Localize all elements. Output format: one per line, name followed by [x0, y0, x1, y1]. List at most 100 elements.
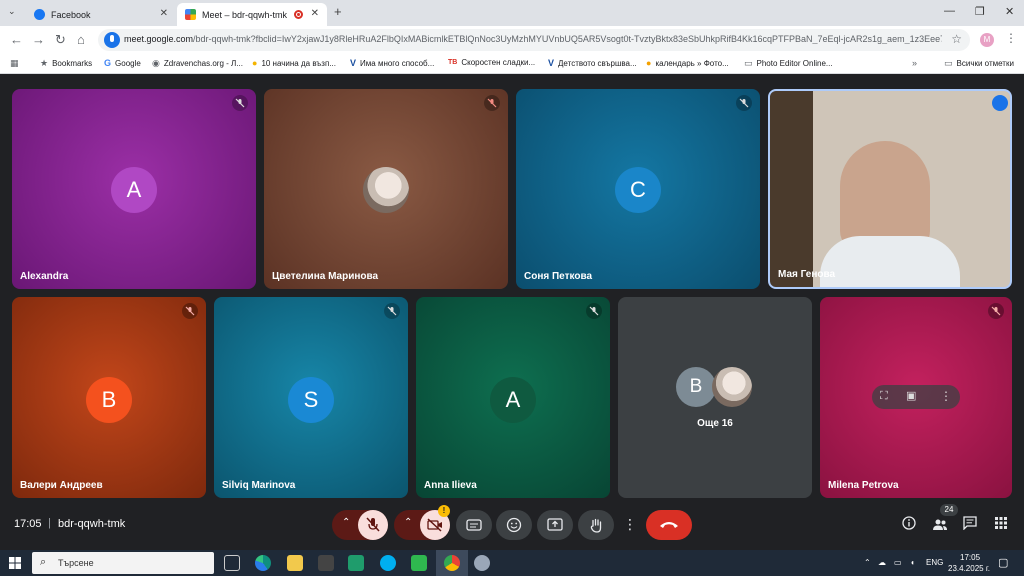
close-tab-icon[interactable]: ✕ — [160, 8, 168, 19]
bookmark-label: Photo Editor Online... — [756, 59, 833, 68]
reload-icon[interactable]: ↻ — [55, 32, 66, 48]
muted-mic-icon — [182, 303, 198, 319]
file-explorer-icon[interactable] — [287, 555, 303, 571]
captions-button[interactable] — [456, 510, 492, 540]
participant-tile-speaking[interactable]: Мая Генова — [768, 89, 1012, 289]
bookmarks-bar: ▦ ★ Bookmarks G Google ◉ Zdravenchas.org - … — [0, 54, 1024, 74]
bookmark-item[interactable]: V Има много способ... — [350, 58, 434, 68]
home-icon[interactable]: ⌂ — [77, 32, 85, 47]
input-language[interactable]: ENG — [926, 558, 943, 567]
onedrive-icon[interactable]: ☁ — [878, 558, 886, 567]
chrome-icon[interactable] — [444, 555, 460, 571]
tab-search-icon[interactable]: ⌄ — [8, 6, 16, 17]
browser-menu-icon[interactable]: ⋮ — [1005, 31, 1017, 45]
close-window-icon[interactable]: ✕ — [1005, 5, 1014, 18]
clock-time[interactable]: 17:05 — [960, 553, 980, 562]
participant-name: Мая Генова — [778, 269, 836, 280]
participant-tile[interactable]: В Валери Андреев — [12, 297, 206, 498]
people-icon[interactable] — [932, 518, 948, 537]
meeting-details-icon[interactable] — [902, 516, 916, 535]
participant-tile[interactable]: C Соня Петкова — [516, 89, 760, 289]
bookmark-item[interactable]: TB Скоростен сладки... — [448, 58, 535, 67]
bookmark-item[interactable]: ◉ Zdravenchas.org - Л... — [152, 58, 243, 69]
minimize-icon[interactable]: — — [944, 5, 955, 17]
url-text[interactable]: meet.google.com/bdr-qqwh-tmk?fbclid=IwY2… — [124, 34, 942, 44]
bookmark-item[interactable]: G Google — [104, 58, 141, 68]
bookmark-item[interactable]: ▭ Photo Editor Online... — [744, 58, 833, 69]
battery-icon[interactable]: ▭ — [894, 558, 902, 567]
muted-mic-icon — [232, 95, 248, 111]
participant-tile[interactable]: Цветелина Маринова — [264, 89, 508, 289]
tab-meet[interactable]: Meet – bdr-qqwh-tmk ✕ — [177, 3, 327, 26]
meeting-time: 17:05 — [14, 518, 42, 530]
url-host: meet.google.com — [124, 34, 194, 44]
restore-icon[interactable]: ❐ — [975, 5, 985, 18]
frame-icon[interactable]: ⛶ — [880, 390, 888, 403]
new-tab-button[interactable]: + — [334, 4, 342, 19]
more-options-icon[interactable]: ⋮ — [940, 389, 952, 403]
camera-options-chevron-icon[interactable]: ⌃ — [404, 517, 412, 528]
all-bookmarks[interactable]: ▭ Всички отметки — [944, 58, 1014, 69]
folder-icon: ▭ — [944, 58, 953, 68]
profile-avatar[interactable]: M — [980, 33, 994, 47]
mic-toggle-button[interactable] — [358, 510, 388, 540]
tab-facebook[interactable]: Facebook ✕ — [26, 3, 176, 26]
pin-icon[interactable]: ▣ — [906, 389, 916, 402]
bookmark-item[interactable]: V Детството свършва... — [548, 58, 637, 68]
bookmark-item[interactable]: ★ Bookmarks — [40, 58, 92, 69]
participant-tile[interactable]: A Anna Ilieva — [416, 297, 610, 498]
raise-hand-button[interactable] — [578, 510, 614, 540]
task-view-icon[interactable] — [224, 555, 240, 571]
search-icon: ⌕ — [40, 556, 47, 568]
publisher-icon[interactable] — [348, 555, 364, 571]
omnibox[interactable]: meet.google.com/bdr-qqwh-tmk?fbclid=IwY2… — [98, 29, 970, 51]
show-hidden-icons-icon[interactable]: ⌃ — [864, 558, 871, 567]
bookmark-label: 10 начина да възп... — [261, 58, 336, 68]
warning-badge-icon: ! — [438, 505, 450, 517]
bookmark-item[interactable]: ● календарь » Фото... — [646, 58, 729, 68]
participant-name: Silviq Marinova — [222, 480, 296, 491]
back-icon[interactable]: ← — [10, 32, 23, 47]
volume-icon[interactable]: ◖ — [910, 558, 915, 567]
avatar: В — [676, 367, 716, 407]
bookmark-label: Zdravenchas.org - Л... — [163, 59, 243, 68]
more-bookmarks-icon[interactable]: » — [912, 58, 921, 68]
search-placeholder: Търсене — [58, 558, 94, 568]
windows-start-icon[interactable] — [9, 557, 21, 569]
snipping-tool-icon[interactable] — [474, 555, 490, 571]
edge-icon[interactable] — [255, 555, 271, 571]
mic-options-chevron-icon[interactable]: ⌃ — [342, 517, 350, 528]
chat-icon[interactable] — [963, 516, 977, 535]
folder-icon: ▭ — [744, 58, 753, 68]
leave-call-button[interactable] — [646, 510, 692, 540]
camera-control-group: ⌃ ! — [394, 505, 450, 540]
participant-name: Anna Ilieva — [424, 480, 477, 491]
forward-icon[interactable]: → — [32, 32, 45, 47]
taskbar-search[interactable]: ⌕ Търсене — [32, 552, 214, 574]
paint-app-icon[interactable] — [318, 555, 334, 571]
more-participants-tile[interactable]: В Още 16 — [618, 297, 812, 498]
bookmark-star-icon[interactable]: ☆ — [951, 32, 962, 46]
speaking-indicator-icon — [992, 95, 1008, 111]
bookmark-label: Google — [115, 58, 141, 68]
bookmark-item[interactable]: ● 10 начина да възп... — [252, 58, 336, 68]
v-site-icon: V — [350, 58, 357, 68]
clock-date[interactable]: 23.4.2025 г. — [948, 564, 990, 573]
activities-icon[interactable] — [994, 516, 1008, 535]
apps-grid-icon[interactable]: ▦ — [10, 58, 23, 69]
muted-mic-icon — [586, 303, 602, 319]
notifications-icon[interactable]: ▢ — [998, 556, 1008, 569]
skype-icon[interactable] — [380, 555, 396, 571]
participant-tile[interactable]: ⛶ ▣ ⋮ Milena Petrova — [820, 297, 1012, 498]
participant-tile[interactable]: A Alexandra — [12, 89, 256, 289]
emoji-reaction-button[interactable] — [496, 510, 532, 540]
present-screen-button[interactable] — [537, 510, 573, 540]
more-options-icon[interactable]: ⋮ — [623, 516, 637, 533]
calendar-site-icon: ● — [646, 58, 652, 68]
bookmark-label: календарь » Фото... — [655, 58, 729, 68]
site-info-icon[interactable] — [104, 32, 120, 48]
close-tab-icon[interactable]: ✕ — [311, 8, 319, 19]
phone-app-icon[interactable] — [411, 555, 427, 571]
participant-tile[interactable]: S Silviq Marinova — [214, 297, 408, 498]
avatar: A — [111, 167, 157, 213]
